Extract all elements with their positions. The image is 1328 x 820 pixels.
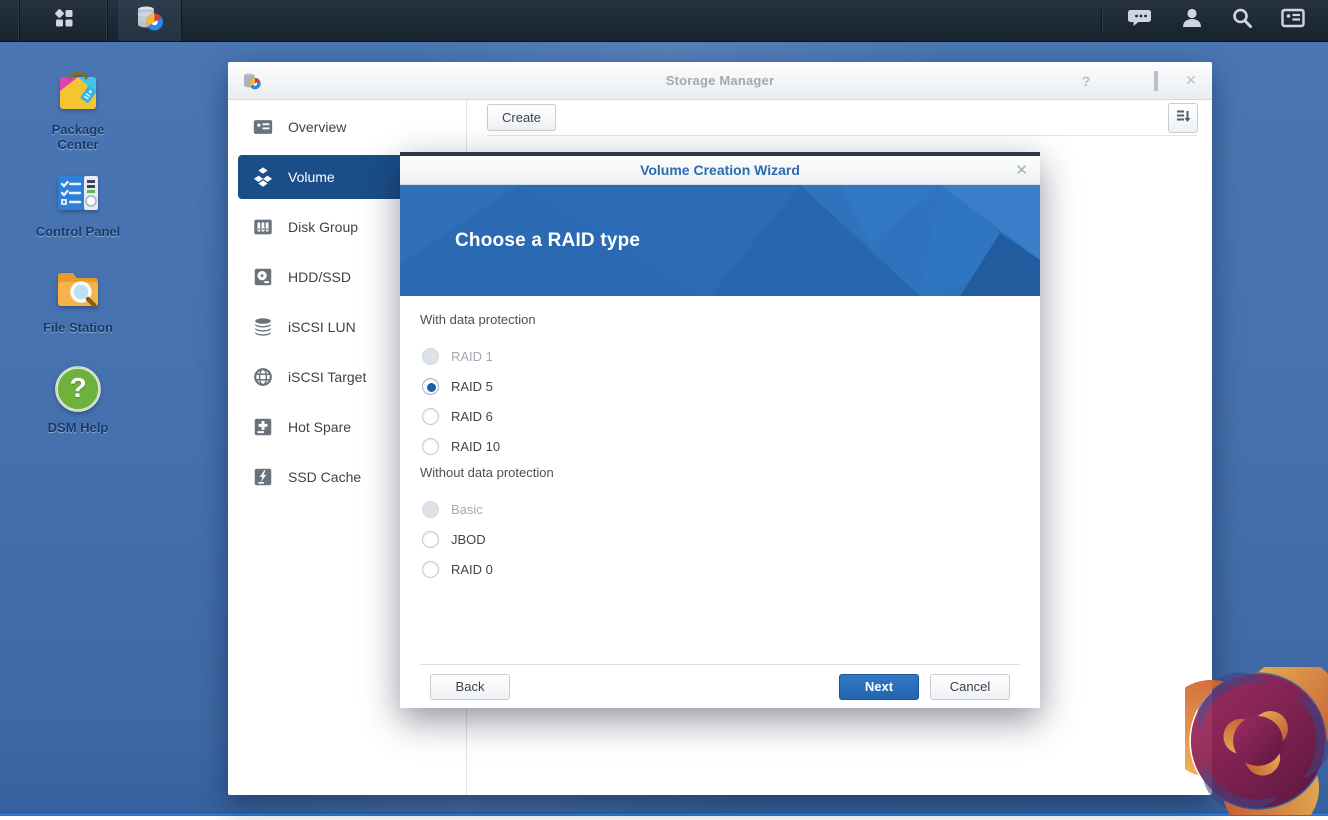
user-icon[interactable] (1180, 6, 1204, 35)
radio-jbod[interactable]: JBOD (420, 524, 1020, 554)
window-close-button[interactable]: ✕ (1184, 72, 1198, 89)
main-menu-button[interactable] (20, 0, 108, 41)
create-button[interactable]: Create (487, 104, 556, 131)
storage-manager-app-icon (135, 3, 165, 38)
group-label-without-protection: Without data protection (420, 465, 1020, 485)
desktop-bottom-accent (0, 812, 1328, 816)
radio-circle[interactable] (422, 378, 439, 395)
storage-manager-taskbar-button[interactable] (118, 0, 182, 41)
radio-circle[interactable] (422, 438, 439, 455)
dialog-body: With data protection RAID 1 RAID 5 RAID … (400, 296, 1040, 584)
window-titlebar[interactable]: Storage Manager ? ✕ (228, 62, 1212, 100)
radio-raid-1: RAID 1 (420, 341, 1020, 371)
desktop-icon-label: Package Center (30, 122, 126, 152)
dialog-banner: Choose a RAID type (400, 185, 1040, 296)
hot-spare-icon (252, 416, 274, 438)
dialog-titlebar[interactable]: Volume Creation Wizard ✕ (400, 156, 1040, 185)
taskbar-divider (1101, 8, 1102, 34)
dsm-help-icon: ? (51, 362, 105, 416)
radio-label: RAID 1 (451, 349, 493, 364)
sidebar-item-label: SSD Cache (288, 469, 361, 485)
collapse-list-icon (1174, 107, 1192, 128)
sidebar-item-label: Overview (288, 119, 346, 135)
sidebar-item-label: Disk Group (288, 219, 358, 235)
dialog-heading: Choose a RAID type (455, 185, 640, 296)
desktop-icon-label: File Station (30, 320, 126, 335)
next-button[interactable]: Next (839, 674, 919, 700)
window-help-button[interactable]: ? (1079, 73, 1093, 89)
dialog-close-button[interactable]: ✕ (1015, 161, 1028, 179)
collapse-all-button[interactable] (1168, 103, 1198, 133)
sidebar-item-label: iSCSI Target (288, 369, 366, 385)
search-icon[interactable] (1230, 6, 1254, 35)
sidebar-item-label: Hot Spare (288, 419, 351, 435)
main-menu-icon (51, 5, 77, 36)
desktop-icon-control-panel[interactable]: Control Panel (23, 166, 133, 239)
radio-circle (422, 348, 439, 365)
radio-raid-5[interactable]: RAID 5 (420, 371, 1020, 401)
dialog-title: Volume Creation Wizard (400, 162, 1040, 178)
radio-label: RAID 5 (451, 379, 493, 394)
back-button[interactable]: Back (430, 674, 510, 700)
package-center-icon (51, 64, 105, 118)
radio-circle[interactable] (422, 561, 439, 578)
taskbar (0, 0, 1328, 42)
radio-raid-6[interactable]: RAID 6 (420, 401, 1020, 431)
radio-circle (422, 501, 439, 518)
radio-basic: Basic (420, 494, 1020, 524)
radio-label: Basic (451, 502, 483, 517)
sidebar-item-label: Volume (288, 169, 335, 185)
radio-label: JBOD (451, 532, 486, 547)
ssd-cache-icon (252, 466, 274, 488)
chat-icon[interactable] (1128, 5, 1154, 36)
volume-icon (252, 166, 274, 188)
iscsi-lun-icon (252, 316, 274, 338)
cancel-button[interactable]: Cancel (930, 674, 1010, 700)
desktop-icon-label: DSM Help (30, 420, 126, 435)
hdd-ssd-icon (252, 266, 274, 288)
sidebar-item-label: HDD/SSD (288, 269, 351, 285)
desktop-icon-package-center[interactable]: Package Center (23, 64, 133, 152)
volume-creation-wizard-dialog: Volume Creation Wizard ✕ Choose a RAID t… (400, 152, 1040, 708)
window-title: Storage Manager (228, 73, 1212, 88)
window-maximize-button[interactable] (1154, 71, 1158, 91)
storage-manager-window-icon (242, 71, 262, 91)
sidebar-item-overview[interactable]: Overview (238, 102, 466, 152)
pilot-view-icon[interactable] (1280, 5, 1306, 36)
radio-raid-10[interactable]: RAID 10 (420, 431, 1020, 461)
file-station-icon (51, 262, 105, 316)
content-toolbar: Create (487, 100, 1198, 136)
desktop-icon-dsm-help[interactable]: ? DSM Help (23, 362, 133, 435)
desktop-icon-label: Control Panel (30, 224, 126, 239)
disk-group-icon (252, 216, 274, 238)
radio-label: RAID 0 (451, 562, 493, 577)
sidebar-item-label: iSCSI LUN (288, 319, 356, 335)
group-label-with-protection: With data protection (420, 312, 1020, 332)
iscsi-target-icon (252, 366, 274, 388)
overview-icon (252, 116, 274, 138)
desktop-icon-file-station[interactable]: File Station (23, 262, 133, 335)
show-desktop-strip[interactable] (0, 0, 20, 41)
dialog-footer: Back Next Cancel (420, 664, 1020, 708)
radio-label: RAID 6 (451, 409, 493, 424)
control-panel-icon (51, 166, 105, 220)
radio-circle[interactable] (422, 531, 439, 548)
radio-circle[interactable] (422, 408, 439, 425)
question-mark-glyph: ? (54, 365, 102, 413)
radio-raid-0[interactable]: RAID 0 (420, 554, 1020, 584)
radio-label: RAID 10 (451, 439, 500, 454)
